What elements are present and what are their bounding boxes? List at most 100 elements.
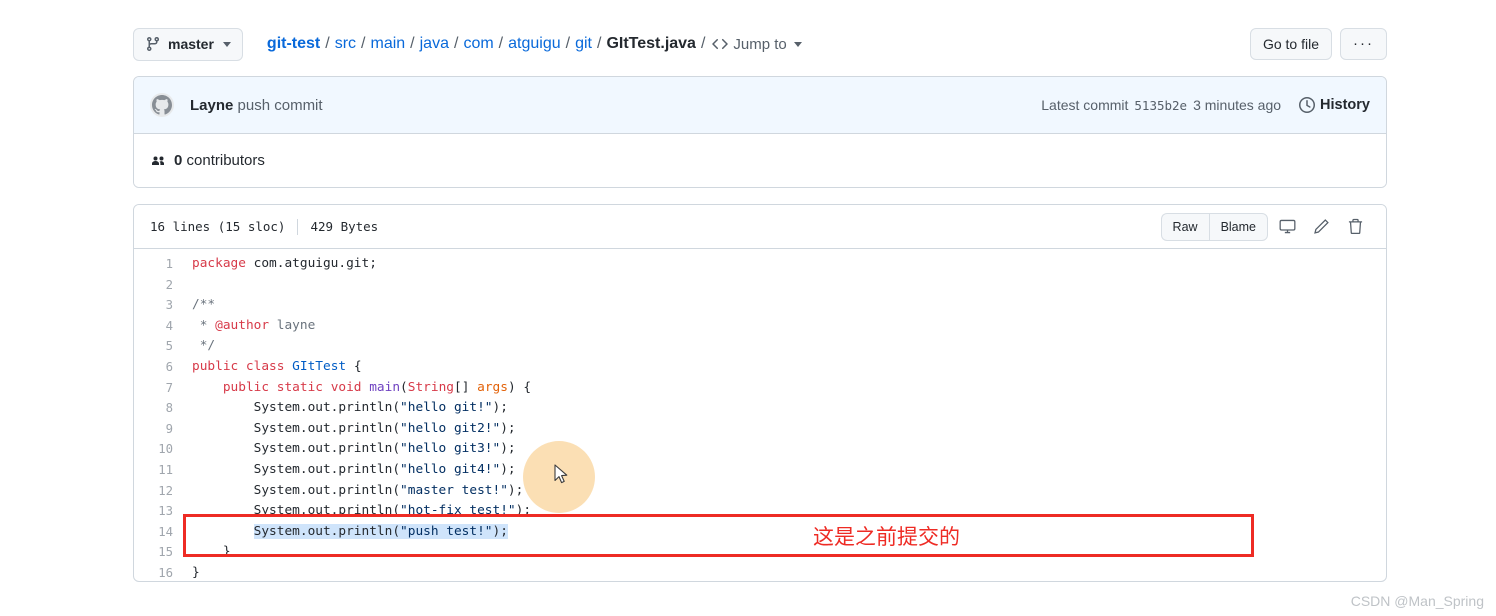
code-line[interactable]: 12 System.out.println("master test!"); [134, 481, 1386, 502]
overflow-menu-button[interactable]: ··· [1340, 28, 1387, 60]
code-token: System.out.println( [192, 400, 401, 416]
kebab-horizontal-icon: ··· [1353, 35, 1374, 52]
line-code[interactable]: System.out.println("hello git3!"); [186, 439, 516, 460]
code-line[interactable]: 8 System.out.println("hello git!"); [134, 398, 1386, 419]
code-line[interactable]: 13 System.out.println("hot-fix test!"); [134, 501, 1386, 522]
line-number[interactable]: 15 [134, 542, 186, 563]
line-number[interactable]: 9 [134, 419, 186, 440]
file-content-box: 16 lines (15 sloc) 429 Bytes Raw Blame 1… [133, 204, 1387, 582]
code-token: public static void [222, 379, 370, 395]
file-toolbar: 16 lines (15 sloc) 429 Bytes Raw Blame [134, 205, 1386, 249]
code-token: ); [492, 523, 508, 539]
code-line[interactable]: 1 package com.atguigu.git; [134, 254, 1386, 275]
code-line[interactable]: 6 public class GItTest { [134, 357, 1386, 378]
line-code[interactable]: /** [186, 295, 215, 316]
line-code[interactable]: public static void main(String[] args) { [186, 378, 531, 399]
line-code[interactable]: System.out.println("hello git2!"); [186, 419, 516, 440]
line-code[interactable]: * @author layne [186, 316, 316, 337]
breadcrumb-separator: / [596, 35, 602, 52]
code-token: @author [215, 317, 270, 333]
breadcrumb-separator: / [325, 35, 330, 52]
contributors-row[interactable]: 0 contributors [134, 134, 1386, 187]
breadcrumb-separator: / [565, 35, 571, 52]
line-code[interactable]: System.out.println("hot-fix test!"); [186, 501, 531, 522]
line-number[interactable]: 4 [134, 316, 186, 337]
breadcrumb-segment-git[interactable]: git [575, 35, 592, 53]
people-icon [150, 153, 166, 169]
code-line[interactable]: 3 /** [134, 295, 1386, 316]
commit-author[interactable]: Layne [190, 97, 233, 114]
line-number[interactable]: 2 [134, 275, 186, 296]
code-line[interactable]: 14 System.out.println("push test!"); [134, 522, 1386, 543]
edit-pencil-icon [1313, 218, 1330, 235]
line-number[interactable]: 14 [134, 522, 186, 543]
history-button[interactable]: History [1299, 97, 1370, 113]
code-line[interactable]: 11 System.out.println("hello git4!"); [134, 460, 1386, 481]
line-number[interactable]: 13 [134, 501, 186, 522]
edit-file-button[interactable] [1306, 213, 1336, 241]
delete-file-button[interactable] [1340, 213, 1370, 241]
code-token: { [346, 358, 362, 374]
code-brackets-icon [712, 36, 729, 52]
commit-sha[interactable]: 5135b2e [1134, 98, 1187, 113]
selected-code-text[interactable]: System.out.println("push test!"); [253, 523, 508, 539]
code-token: GItTest [292, 358, 347, 374]
latest-commit-label: Latest commit [1041, 97, 1129, 113]
line-code[interactable]: */ [186, 336, 215, 357]
avatar[interactable] [150, 93, 174, 117]
line-number[interactable]: 6 [134, 357, 186, 378]
line-number[interactable]: 7 [134, 378, 186, 399]
raw-button[interactable]: Raw [1160, 212, 1209, 241]
git-branch-icon [145, 36, 161, 52]
breadcrumb-separator: / [361, 35, 366, 52]
code-line[interactable]: 16} [134, 563, 1386, 581]
code-line[interactable]: 4 * @author layne [134, 316, 1386, 337]
line-number[interactable]: 1 [134, 254, 186, 275]
code-token: com.atguigu.git; [253, 256, 377, 271]
code-lines[interactable]: 1 package com.atguigu.git; 2 3 /** 4 * @autho… [134, 249, 1386, 581]
commit-message-text[interactable]: push commit [238, 97, 323, 114]
jump-to-button[interactable]: Jump to [712, 36, 802, 53]
code-token: } [192, 544, 231, 560]
code-line[interactable]: 10 System.out.println("hello git3!"); [134, 439, 1386, 460]
breadcrumb-segment-com[interactable]: com [463, 35, 493, 53]
contributors-label: 0 contributors [174, 152, 265, 169]
code-line[interactable]: 2 [134, 275, 1386, 296]
line-code[interactable]: } [186, 563, 200, 581]
breadcrumb-segment-java[interactable]: java [420, 35, 449, 53]
code-line[interactable]: 9 System.out.println("hello git2!"); [134, 419, 1386, 440]
code-line[interactable]: 5 */ [134, 336, 1386, 357]
breadcrumb-segment-src[interactable]: src [335, 35, 356, 53]
code-token: public class [192, 358, 293, 374]
go-to-file-button[interactable]: Go to file [1249, 28, 1332, 60]
line-code[interactable]: System.out.println("push test!"); [186, 522, 508, 543]
line-code[interactable]: package com.atguigu.git; [186, 254, 377, 275]
contributors-word: contributors [186, 152, 265, 169]
line-code[interactable]: public class GItTest { [186, 357, 362, 378]
breadcrumb-separator: / [700, 35, 706, 52]
line-code[interactable]: } [186, 542, 231, 563]
branch-selector-button[interactable]: master [133, 27, 243, 61]
line-number[interactable]: 16 [134, 563, 186, 581]
line-number[interactable]: 8 [134, 398, 186, 419]
breadcrumb-segment-atguigu[interactable]: atguigu [508, 35, 561, 53]
line-number[interactable]: 5 [134, 336, 186, 357]
line-code[interactable]: System.out.println("hello git!"); [186, 398, 508, 419]
line-number[interactable]: 3 [134, 295, 186, 316]
code-token: /** [192, 297, 216, 313]
line-number[interactable]: 12 [134, 481, 186, 502]
breadcrumb-segment-main[interactable]: main [370, 35, 405, 53]
meta-divider [297, 218, 299, 235]
line-code[interactable]: System.out.println("hello git4!"); [186, 460, 516, 481]
github-mark-icon [152, 95, 172, 115]
blame-button[interactable]: Blame [1208, 212, 1268, 241]
line-number[interactable]: 11 [134, 460, 186, 481]
code-line[interactable]: 7 public static void main(String[] args)… [134, 378, 1386, 399]
code-token: */ [192, 338, 216, 354]
open-in-desktop-button[interactable] [1272, 213, 1302, 241]
code-line[interactable]: 15 } [134, 542, 1386, 563]
line-code[interactable]: System.out.println("master test!"); [186, 481, 524, 502]
line-code[interactable] [186, 275, 192, 296]
line-number[interactable]: 10 [134, 439, 186, 460]
breadcrumb-repo[interactable]: git-test [267, 35, 320, 53]
